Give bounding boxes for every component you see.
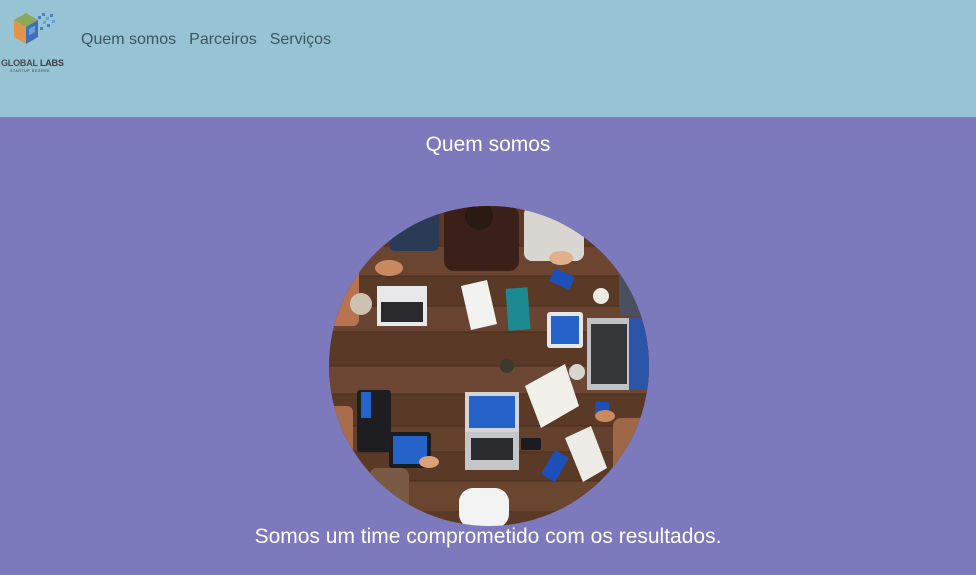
main-nav: Quem somos Parceiros Serviços	[81, 31, 331, 49]
about-section: Quem somos Somos um time comprometido co…	[0, 117, 976, 575]
team-meeting-photo	[329, 206, 649, 526]
nav-link-servicos[interactable]: Serviços	[270, 31, 331, 49]
nav-link-quem-somos[interactable]: Quem somos	[81, 31, 176, 49]
team-meeting-illustration	[329, 206, 649, 526]
site-header: GLOBAL LABS STARTUP DEGREE Quem somos Pa…	[0, 0, 976, 117]
section-title: Quem somos	[425, 133, 551, 156]
section-tagline: Somos um time comprometido com os result…	[254, 525, 722, 548]
nav-link-parceiros[interactable]: Parceiros	[189, 31, 257, 49]
cube-logo-icon	[14, 13, 55, 44]
logo-wordmark: GLOBAL LABS	[1, 58, 64, 68]
logo-tagline: STARTUP DEGREE	[10, 69, 51, 73]
global-labs-logo[interactable]: GLOBAL LABS STARTUP DEGREE	[0, 10, 64, 73]
